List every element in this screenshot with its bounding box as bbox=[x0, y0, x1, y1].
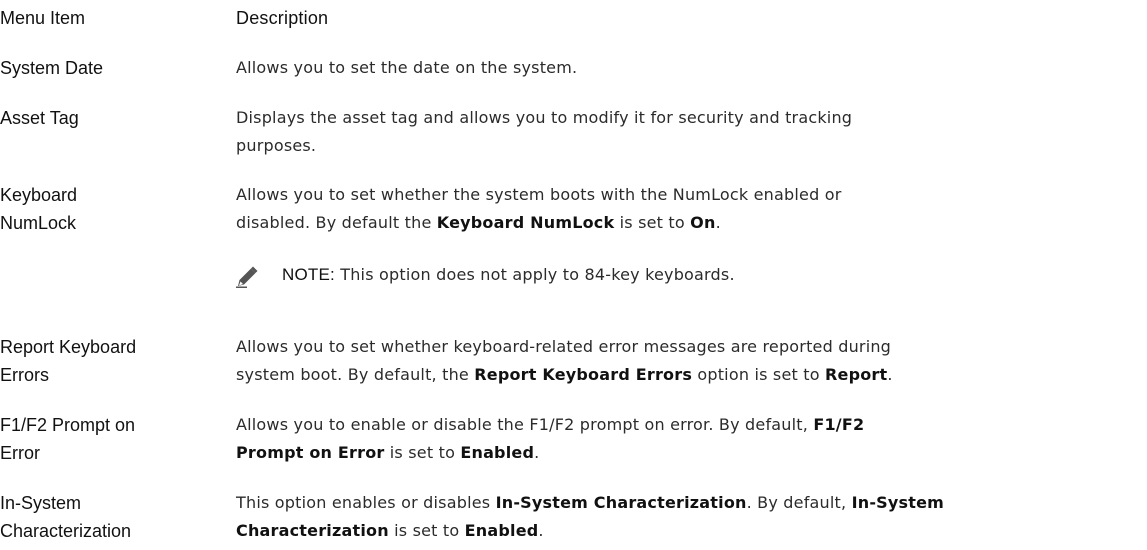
text-run: is set to bbox=[388, 521, 465, 540]
row-description-line: Allows you to set whether the system boo… bbox=[236, 185, 842, 204]
row-term: Asset Tag bbox=[0, 108, 79, 128]
note-label: NOTE: bbox=[282, 265, 335, 284]
bold-text: Prompt on Error bbox=[236, 443, 385, 462]
row-term: F1/F2 Prompt on Error bbox=[0, 411, 210, 467]
note-body: This option does not apply to 84-key key… bbox=[334, 265, 735, 284]
text-run: is set to bbox=[384, 443, 461, 462]
text-run: system boot. By default, the bbox=[236, 365, 475, 384]
row-description-line: This option enables or disables In-Syste… bbox=[236, 489, 1147, 517]
row-description: Allows you to set the date on the system… bbox=[236, 58, 578, 77]
bold-text: F1/F2 bbox=[813, 415, 865, 434]
row-term-line: F1/F2 Prompt on bbox=[0, 415, 136, 435]
text-run: . By default, bbox=[746, 493, 852, 512]
row-description-line: Characterization is set to Enabled. bbox=[236, 517, 1147, 545]
row-term: In-System Characterization bbox=[0, 489, 210, 545]
row-term-line: Characterization bbox=[0, 521, 132, 541]
row-term-line: Error bbox=[0, 443, 40, 463]
row-term-line: Report Keyboard bbox=[0, 337, 137, 357]
header-menu-item: Menu Item bbox=[0, 8, 86, 28]
bold-text: Report Keyboard Errors bbox=[474, 365, 693, 384]
row-term-line: NumLock bbox=[0, 213, 77, 233]
text-run: . bbox=[538, 521, 544, 540]
text-run: This option enables or disables bbox=[236, 493, 496, 512]
row-description-line: system boot. By default, the Report Keyb… bbox=[236, 361, 1147, 389]
text-run: . bbox=[887, 365, 893, 384]
row-description: Allows you to set whether keyboard-relat… bbox=[236, 333, 1147, 389]
text-run: Allows you to enable or disable the F1/F… bbox=[236, 415, 814, 434]
row-term: Report Keyboard Errors bbox=[0, 333, 210, 389]
bold-text: On bbox=[690, 213, 716, 232]
bold-text: Enabled bbox=[460, 443, 535, 462]
note-text: NOTE: This option does not apply to 84-k… bbox=[282, 261, 735, 289]
bold-text: In-System bbox=[851, 493, 945, 512]
header-description: Description bbox=[236, 8, 329, 28]
note-box: NOTE: This option does not apply to 84-k… bbox=[236, 261, 1136, 291]
bold-text: In-System Characterization bbox=[495, 493, 747, 512]
text-run: disabled. By default the bbox=[236, 213, 437, 232]
bold-text: Keyboard NumLock bbox=[436, 213, 615, 232]
row-term: Keyboard NumLock bbox=[0, 181, 210, 237]
row-description-line: Allows you to set whether keyboard-relat… bbox=[236, 337, 892, 356]
row-term-line: Keyboard bbox=[0, 185, 78, 205]
row-description-line: Prompt on Error is set to Enabled. bbox=[236, 439, 1147, 467]
pencil-note-icon bbox=[236, 264, 258, 288]
row-description: This option enables or disables In-Syste… bbox=[236, 489, 1147, 545]
row-term-line: In-System bbox=[0, 493, 82, 513]
text-run: option is set to bbox=[692, 365, 825, 384]
text-run: . bbox=[715, 213, 721, 232]
bold-text: Report bbox=[825, 365, 888, 384]
row-term: System Date bbox=[0, 58, 104, 78]
row-term-line: Errors bbox=[0, 365, 49, 385]
bold-text: Enabled bbox=[464, 521, 539, 540]
row-description-line: disabled. By default the Keyboard NumLoc… bbox=[236, 209, 1147, 237]
row-description: Displays the asset tag and allows you to… bbox=[236, 108, 853, 155]
bold-text: Characterization bbox=[236, 521, 389, 540]
row-description: Allows you to enable or disable the F1/F… bbox=[236, 411, 1147, 467]
text-run: is set to bbox=[614, 213, 691, 232]
text-run: . bbox=[534, 443, 540, 462]
row-description: Allows you to set whether the system boo… bbox=[236, 181, 1147, 237]
row-description-line: Allows you to enable or disable the F1/F… bbox=[236, 411, 1147, 439]
